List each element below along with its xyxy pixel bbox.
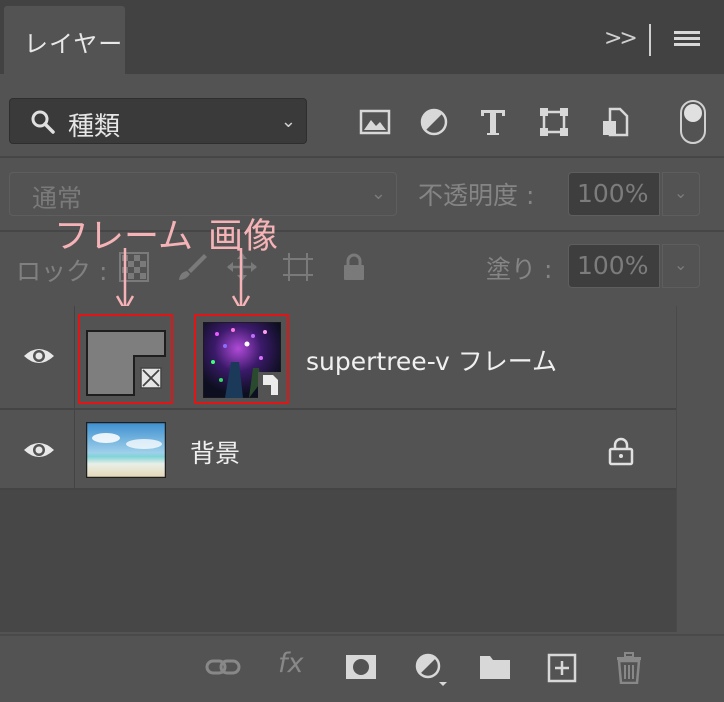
opacity-label: 不透明度 : <box>418 181 535 210</box>
filter-smart-objects-icon[interactable] <box>598 106 632 138</box>
layer-row-background[interactable]: 背景 <box>0 408 676 490</box>
layer-style-fx-button[interactable]: fx <box>278 648 303 679</box>
layers-panel: レイヤー >> 種類 ⌄ 通常 ⌄ 不透明度 : 100% ⌄ フレーム 画像 … <box>0 0 724 702</box>
lock-image-pixels-brush-icon[interactable] <box>176 252 208 282</box>
filter-type-select[interactable]: 種類 ⌄ <box>9 98 307 144</box>
lock-all-icon[interactable] <box>338 252 370 282</box>
header-divider <box>649 24 651 56</box>
layers-scrollbar[interactable] <box>676 306 724 632</box>
lock-artboard-icon[interactable] <box>282 252 314 282</box>
visibility-eye-icon[interactable] <box>22 438 56 462</box>
search-icon <box>31 110 55 134</box>
delete-layer-trash-icon[interactable] <box>614 652 644 684</box>
filter-shape-layers-icon[interactable] <box>537 106 571 138</box>
lock-label: ロック : <box>16 257 108 286</box>
chevron-down-icon: ⌄ <box>370 183 386 204</box>
filter-type-layers-icon[interactable] <box>476 106 510 138</box>
add-layer-mask-icon[interactable] <box>344 652 378 682</box>
frame-thumbnail[interactable] <box>86 330 166 396</box>
filter-pixel-layers-icon[interactable] <box>358 106 392 138</box>
new-fill-adjustment-layer-icon[interactable] <box>412 652 452 688</box>
tab-layers-label: レイヤー <box>24 30 124 58</box>
new-layer-icon[interactable] <box>546 652 578 684</box>
divider <box>0 156 724 158</box>
panel-menu-icon[interactable] <box>674 31 700 49</box>
layer-name[interactable]: supertree-v フレーム <box>306 342 557 378</box>
layer-row-frame[interactable]: supertree-v フレーム <box>0 306 676 408</box>
column-divider <box>74 410 75 490</box>
opacity-input[interactable]: 100% <box>568 172 660 216</box>
filter-type-label: 種類 <box>68 112 121 142</box>
image-arrow-icon <box>232 248 250 312</box>
link-layers-icon[interactable] <box>204 652 242 682</box>
opacity-dropdown-button[interactable]: ⌄ <box>662 172 700 216</box>
frame-arrow-icon <box>116 248 134 312</box>
fill-label: 塗り : <box>486 255 553 284</box>
collapse-panel-button[interactable]: >> <box>604 26 638 51</box>
background-thumbnail[interactable] <box>86 422 166 478</box>
layer-lock-icon[interactable] <box>606 436 636 466</box>
column-divider <box>74 306 75 408</box>
new-group-folder-icon[interactable] <box>478 652 512 682</box>
chevron-down-icon: ⌄ <box>280 111 296 132</box>
filter-adjustment-layers-icon[interactable] <box>417 106 451 138</box>
fill-dropdown-button[interactable]: ⌄ <box>662 244 700 288</box>
fill-input[interactable]: 100% <box>568 244 660 288</box>
fill-value: 100% <box>577 251 649 280</box>
layers-empty-area <box>0 490 676 632</box>
panel-tab-bar: レイヤー >> <box>0 0 724 74</box>
chevron-down-icon: ⌄ <box>674 183 688 202</box>
tab-layers[interactable]: レイヤー <box>4 6 125 74</box>
layer-name[interactable]: 背景 <box>190 434 240 470</box>
opacity-value: 100% <box>577 179 649 208</box>
filter-toggle-switch[interactable] <box>680 100 706 144</box>
chevron-down-icon: ⌄ <box>674 255 688 274</box>
visibility-eye-icon[interactable] <box>22 344 56 368</box>
smart-object-image-thumbnail[interactable] <box>203 322 281 398</box>
